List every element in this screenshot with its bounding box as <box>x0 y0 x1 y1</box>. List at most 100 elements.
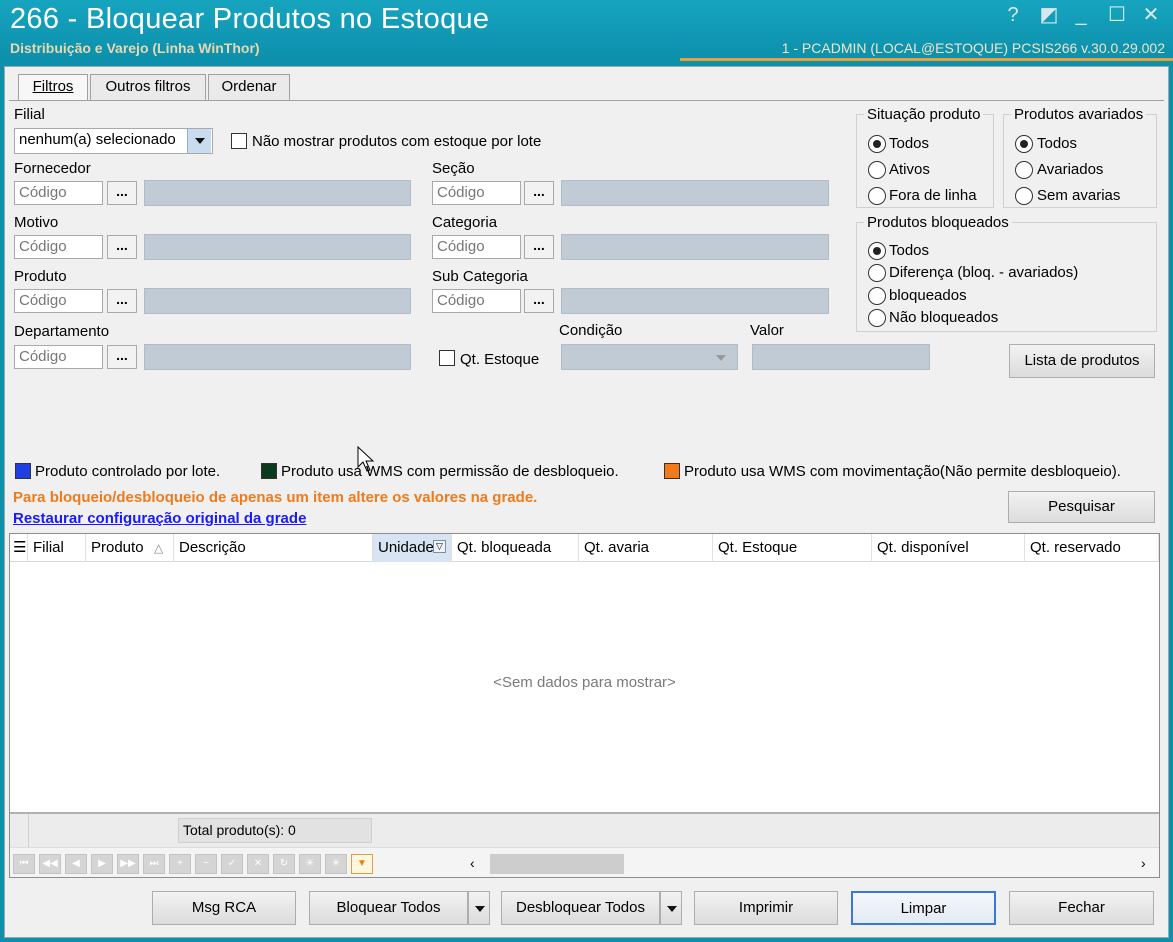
legend-wms-permissao-label: Produto usa WMS com permissão de desbloq… <box>281 463 619 480</box>
column-unidade[interactable]: Unidade ▽ <box>373 534 452 562</box>
subcategoria-label: Sub Categoria <box>432 268 528 285</box>
column-qt-estoque[interactable]: Qt. Estoque <box>713 534 872 562</box>
desbloquear-todos-button[interactable]: Desbloquear Todos <box>501 891 660 925</box>
no-lote-checkbox[interactable] <box>231 133 247 149</box>
filter-funnel-icon[interactable]: ▼ <box>351 854 373 874</box>
limpar-button[interactable]: Limpar <box>851 891 996 925</box>
categoria-lookup-button[interactable]: ... <box>524 235 554 259</box>
avariados-todos-radio[interactable] <box>1015 135 1033 153</box>
cancel-icon[interactable]: ✕ <box>247 854 269 874</box>
produto-code-input[interactable]: Código <box>14 289 103 313</box>
restore-icon[interactable]: ◩ <box>1036 4 1062 26</box>
secao-code-input[interactable]: Código <box>432 181 521 205</box>
condicao-select[interactable] <box>561 344 738 370</box>
next-page-icon[interactable]: ▶▶ <box>117 854 139 874</box>
tab-ordenar[interactable]: Ordenar <box>208 74 290 100</box>
valor-input[interactable] <box>752 344 930 370</box>
legend-lote-swatch <box>15 463 31 479</box>
bloquear-todos-button[interactable]: Bloquear Todos <box>309 891 468 925</box>
warning-text: Para bloqueio/desbloqueio de apenas um i… <box>13 489 538 506</box>
delete-icon[interactable]: − <box>195 854 217 874</box>
fornecedor-label: Fornecedor <box>14 160 91 177</box>
categoria-code-input[interactable]: Código <box>432 235 521 259</box>
column-qt-avaria[interactable]: Qt. avaria <box>579 534 713 562</box>
scroll-right-icon[interactable]: › <box>1141 855 1146 871</box>
departamento-code-input[interactable]: Código <box>14 345 103 369</box>
subcategoria-lookup-button[interactable]: ... <box>524 289 554 313</box>
situacao-fora-de-linha-label: Fora de linha <box>889 187 977 204</box>
first-page-icon[interactable]: ⏮ <box>13 854 35 874</box>
bloqueados-nao-bloqueados-label: Não bloqueados <box>889 309 999 326</box>
no-lote-label: Não mostrar produtos com estoque por lot… <box>252 133 542 150</box>
prev-record-icon[interactable]: ◀ <box>65 854 87 874</box>
desbloquear-todos-dropdown[interactable] <box>660 891 682 925</box>
fechar-button[interactable]: Fechar <box>1009 891 1154 925</box>
horizontal-scrollbar-thumb[interactable] <box>490 854 624 874</box>
motivo-code-input[interactable]: Código <box>14 235 103 259</box>
products-grid[interactable]: ☰ Filial Produto △ Descrição Unidade ▽ Qt.… <box>9 533 1160 878</box>
departamento-lookup-button[interactable]: ... <box>107 345 137 369</box>
close-icon[interactable]: ✕ <box>1138 4 1164 26</box>
insert-icon[interactable]: + <box>169 854 191 874</box>
column-produto-label: Produto <box>91 539 144 556</box>
bloqueados-diferenca-label: Diferença (bloq. - avariados) <box>889 264 1079 281</box>
title-accent-line <box>680 58 1173 61</box>
motivo-lookup-button[interactable]: ... <box>107 235 137 259</box>
produto-lookup-button[interactable]: ... <box>107 289 137 313</box>
secao-description <box>561 180 829 206</box>
fornecedor-code-input[interactable]: Código <box>14 181 103 205</box>
column-qt-disponivel[interactable]: Qt. disponível <box>872 534 1025 562</box>
scroll-left-icon[interactable]: ‹ <box>470 855 475 871</box>
produtos-bloqueados-title: Produtos bloqueados <box>864 214 1012 231</box>
maximize-icon[interactable]: ☐ <box>1104 4 1130 26</box>
situacao-todos-radio[interactable] <box>868 135 886 153</box>
minimize-icon[interactable]: _ <box>1068 4 1094 26</box>
imprimir-button[interactable]: Imprimir <box>694 891 838 925</box>
situacao-fora-de-linha-radio[interactable] <box>868 187 886 205</box>
subcategoria-code-input[interactable]: Código <box>432 289 521 313</box>
column-descricao[interactable]: Descrição <box>174 534 373 562</box>
column-qt-bloqueada[interactable]: Qt. bloqueada <box>452 534 579 562</box>
bloqueados-todos-radio[interactable] <box>868 242 886 260</box>
bookmark-icon[interactable]: ✳ <box>299 854 321 874</box>
tab-outros-filtros[interactable]: Outros filtros <box>90 74 206 100</box>
column-filial[interactable]: Filial <box>28 534 86 562</box>
avariados-sem-avarias-radio[interactable] <box>1015 187 1033 205</box>
filial-select[interactable]: nenhum(a) selecionado <box>14 128 213 154</box>
avariados-avariados-radio[interactable] <box>1015 161 1033 179</box>
column-chooser-icon[interactable]: ☰ <box>10 534 28 562</box>
departamento-description <box>144 344 411 370</box>
bloqueados-todos-label: Todos <box>889 242 930 259</box>
valor-label: Valor <box>750 322 784 339</box>
tab-filtros[interactable]: Filtros <box>18 74 88 101</box>
filter-icon[interactable]: ▽ <box>433 540 446 553</box>
bloqueados-bloqueados-radio[interactable] <box>868 287 886 305</box>
chevron-down-icon[interactable] <box>187 129 211 153</box>
refresh-icon[interactable]: ↻ <box>273 854 295 874</box>
fornecedor-lookup-button[interactable]: ... <box>107 181 137 205</box>
post-icon[interactable]: ✓ <box>221 854 243 874</box>
categoria-label: Categoria <box>432 214 498 231</box>
bloqueados-nao-bloqueados-radio[interactable] <box>868 309 886 327</box>
last-page-icon[interactable]: ⏭ <box>143 854 165 874</box>
pesquisar-button[interactable]: Pesquisar <box>1008 491 1155 523</box>
qt-estoque-checkbox[interactable] <box>439 350 455 366</box>
bloqueados-diferenca-radio[interactable] <box>868 264 886 282</box>
footer-divider <box>28 814 29 847</box>
motivo-label: Motivo <box>14 214 59 231</box>
bloquear-todos-dropdown[interactable] <box>468 891 490 925</box>
goto-bookmark-icon[interactable]: ✳ <box>325 854 347 874</box>
column-qt-reservado[interactable]: Qt. reservado <box>1025 534 1159 562</box>
help-icon[interactable]: ? <box>1000 4 1026 26</box>
grid-navigator: ⏮ ◀◀ ◀ ▶ ▶▶ ⏭ + − ✓ ✕ ↻ ✳ ✳ ▼ ‹ › <box>10 847 1159 877</box>
column-produto[interactable]: Produto △ <box>86 534 174 562</box>
situacao-ativos-radio[interactable] <box>868 161 886 179</box>
next-record-icon[interactable]: ▶ <box>91 854 113 874</box>
categoria-description <box>561 234 829 260</box>
lista-produtos-button[interactable]: Lista de produtos <box>1009 344 1155 378</box>
secao-lookup-button[interactable]: ... <box>524 181 554 205</box>
restore-grid-link[interactable]: Restaurar configuração original da grade <box>13 510 306 527</box>
grid-header: ☰ Filial Produto △ Descrição Unidade ▽ Qt.… <box>10 534 1159 562</box>
msg-rca-button[interactable]: Msg RCA <box>152 891 296 925</box>
prev-page-icon[interactable]: ◀◀ <box>39 854 61 874</box>
